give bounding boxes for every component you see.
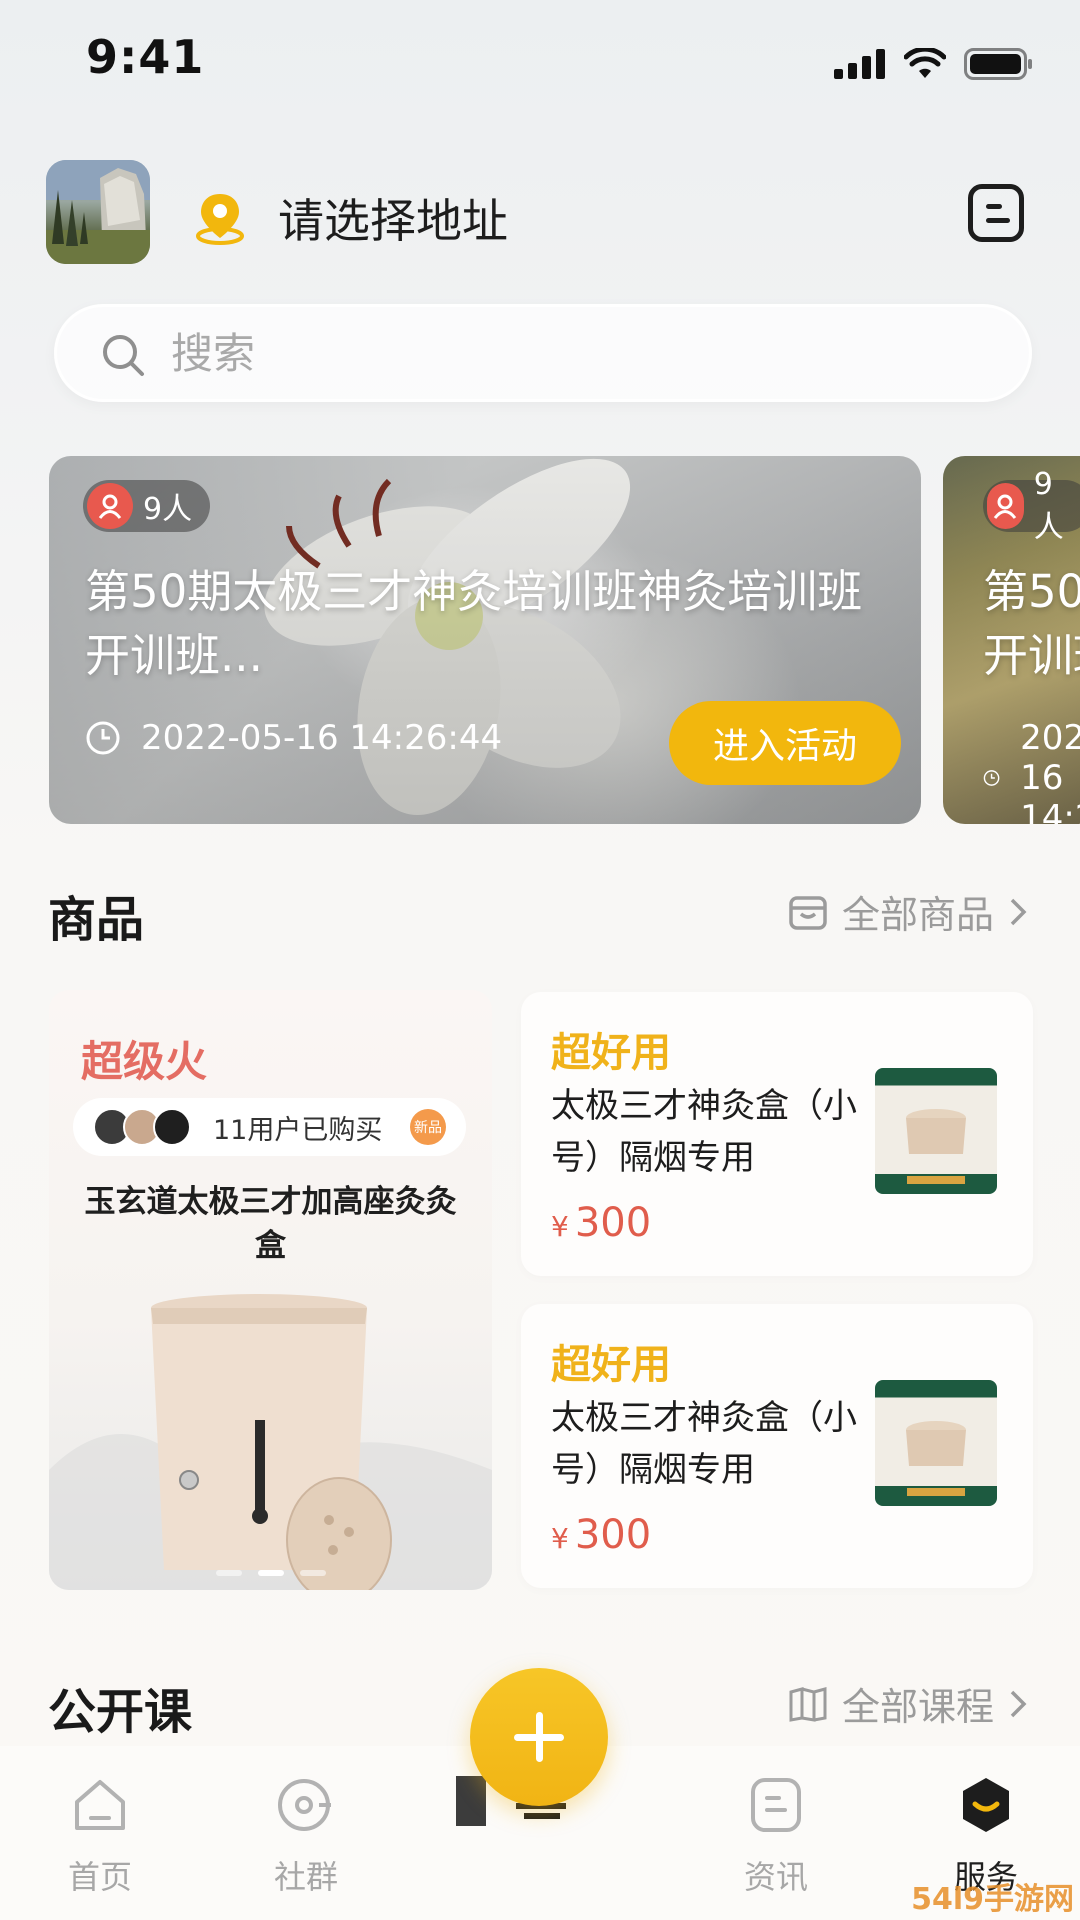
tab-label: 社群 <box>273 1858 338 1896</box>
new-badge: 新品 <box>410 1109 446 1145</box>
avatar[interactable] <box>46 160 150 264</box>
activity-banner[interactable]: 9人 第50期太极三才神灸培训班神灸培训班开训班... 2022-05-16 1… <box>49 456 921 824</box>
chevron-right-icon <box>1010 1690 1027 1717</box>
currency-symbol: ¥ <box>551 1210 569 1243</box>
product-price: ¥300 <box>551 1512 651 1558</box>
book-icon <box>789 1686 827 1722</box>
activity-banner-next[interactable]: 9人 第50期太极三才神灸培训班神灸培训班开训班... 2022-05-16 1… <box>943 456 1080 824</box>
product-card[interactable]: 超好用 太极三才神灸盒（小号）隔烟专用 ¥300 <box>521 1304 1033 1588</box>
all-products-label: 全部商品 <box>841 893 994 937</box>
tab-news[interactable]: 资讯 <box>716 1774 836 1898</box>
product-thumbnail <box>875 1380 997 1506</box>
status-icons <box>834 48 1034 80</box>
all-products-link[interactable]: 全部商品 <box>788 884 1028 939</box>
carousel-dots <box>49 1570 492 1576</box>
carousel-dot-active <box>257 1570 284 1576</box>
banner-title: 第50期太极三才神灸培训班神灸培训班开训班... <box>983 565 1080 682</box>
banner-time-text: 2022-05-16 14:26:44 <box>141 718 503 758</box>
buyers-text: 11用户已购买 <box>213 1114 383 1146</box>
banner-time: 2022-05-16 14:26:44 <box>983 718 1080 824</box>
products-section-title: 商品 <box>48 892 145 948</box>
status-time: 9:41 <box>86 30 205 84</box>
courses-section-title: 公开课 <box>48 1684 193 1740</box>
all-courses-label: 全部课程 <box>841 1685 994 1729</box>
search-input[interactable] <box>171 323 991 383</box>
add-button[interactable] <box>470 1668 608 1806</box>
participants-badge: 9人 <box>83 480 211 532</box>
product-name: 太极三才神灸盒（小号）隔烟专用 <box>551 1086 857 1178</box>
menu-button[interactable] <box>968 184 1024 242</box>
participants-badge: 9人 <box>983 467 1080 545</box>
banner-time-text: 2022-05-16 14:26:44 <box>1020 718 1080 824</box>
moxibustion-box-image <box>49 1294 492 1590</box>
enter-activity-button[interactable]: 进入活动 <box>669 701 901 785</box>
product-tag: 超好用 <box>551 1342 671 1388</box>
featured-product-name: 玉玄道太极三才加高座灸灸盒 <box>84 1184 457 1264</box>
search-icon <box>103 335 144 376</box>
status-bar: 9:41 <box>0 0 1080 120</box>
participants-count: 9人 <box>1033 466 1064 545</box>
tab-label: 首页 <box>67 1858 132 1896</box>
currency-symbol: ¥ <box>551 1522 569 1555</box>
participants-count: 9人 <box>143 492 193 527</box>
product-thumbnail <box>875 1068 997 1194</box>
tab-community[interactable]: 社群 <box>246 1774 366 1898</box>
product-name: 太极三才神灸盒（小号）隔烟专用 <box>551 1398 857 1490</box>
home-icon <box>75 1780 125 1830</box>
user-icon <box>987 483 1024 529</box>
battery-icon <box>964 48 1032 80</box>
price-value: 300 <box>574 1200 652 1246</box>
featured-product-card[interactable]: 超级火 11用户已购买 新品 玉玄道太极三才加高座灸灸盒 <box>49 990 492 1590</box>
tab-home[interactable]: 首页 <box>40 1774 160 1898</box>
carousel-dot <box>299 1570 326 1576</box>
all-courses-link[interactable]: 全部课程 <box>788 1676 1028 1731</box>
search-bar[interactable] <box>54 304 1032 402</box>
store-box-icon <box>789 895 827 930</box>
carousel-dot <box>215 1570 242 1576</box>
tab-label: 资讯 <box>743 1858 808 1896</box>
product-price: ¥300 <box>551 1200 651 1246</box>
price-value: 300 <box>574 1512 652 1558</box>
buyer-avatar <box>153 1108 191 1146</box>
watermark: 54l9手游网 <box>911 1882 1074 1917</box>
community-icon <box>278 1779 331 1831</box>
avatar-image <box>46 160 150 264</box>
news-icon <box>751 1778 801 1832</box>
product-tag: 超好用 <box>551 1030 671 1076</box>
clock-icon <box>983 770 1000 786</box>
hot-tag: 超级火 <box>81 1037 208 1086</box>
buyers-bar: 11用户已购买 新品 <box>73 1098 466 1156</box>
banner-title: 第50期太极三才神灸培训班神灸培训班开训班... <box>85 565 863 682</box>
service-icon <box>963 1778 1009 1832</box>
user-icon <box>87 483 133 529</box>
chevron-right-icon <box>1010 898 1027 925</box>
address-selector[interactable]: 请选择地址 <box>278 185 508 251</box>
clock-icon <box>86 721 120 755</box>
wifi-icon <box>904 48 946 78</box>
cellular-signal-icon <box>834 49 885 79</box>
product-card[interactable]: 超好用 太极三才神灸盒（小号）隔烟专用 ¥300 <box>521 992 1033 1276</box>
location-pin-icon[interactable] <box>192 190 248 246</box>
banner-time: 2022-05-16 14:26:44 <box>85 718 502 758</box>
